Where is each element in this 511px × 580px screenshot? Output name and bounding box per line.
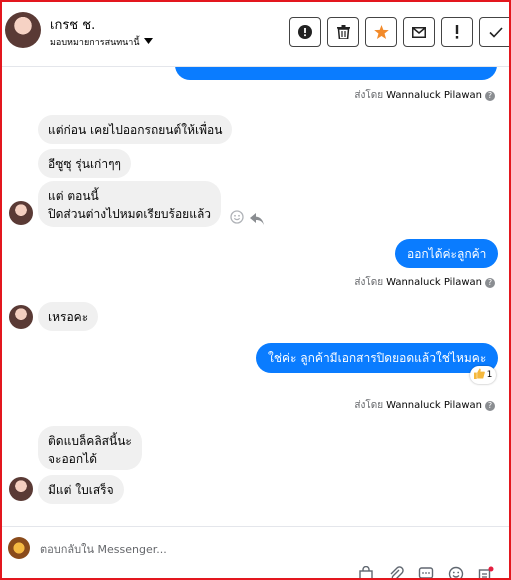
- reaction-count: 1: [486, 370, 493, 380]
- contact-avatar-small: [9, 201, 33, 225]
- sent-by-label: ส่งโดย Wannaluck Pilawan ?: [354, 88, 495, 103]
- alert-circle-icon: [298, 25, 312, 39]
- incoming-message[interactable]: มีแต่ ใบเสร็จ: [38, 475, 124, 504]
- message-text: ปิดส่วนต่างไปหมดเรียบร้อยแล้ว: [48, 207, 212, 221]
- message-text: ติดแบล็คลิสนี้นะ: [48, 434, 132, 448]
- info-icon[interactable]: ?: [485, 400, 495, 411]
- paperclip-icon[interactable]: [388, 566, 404, 578]
- conversation-header: เกรช ช. มอบหมายการสนทนานี้: [2, 2, 509, 67]
- info-icon[interactable]: ?: [485, 90, 495, 101]
- delete-button[interactable]: [327, 17, 359, 47]
- message-text: เหรอคะ: [48, 310, 89, 324]
- message-text: แต่ ตอนนี้: [48, 189, 99, 203]
- incoming-message[interactable]: แต่ ตอนนี้ ปิดส่วนต่างไปหมดเรียบร้อยแล้ว: [38, 181, 222, 227]
- smiley-icon[interactable]: [230, 209, 244, 228]
- bag-icon[interactable]: [358, 565, 374, 578]
- incoming-message[interactable]: ติดแบล็คลิสนี้นะ จะออกได้: [38, 426, 142, 470]
- sent-by-label: ส่งโดย Wannaluck Pilawan ?: [354, 275, 495, 290]
- mark-done-button[interactable]: [479, 17, 509, 47]
- emoji-icon[interactable]: [448, 566, 464, 578]
- outgoing-message[interactable]: ออกได้ค่ะลูกค้า: [395, 239, 499, 268]
- message-text: มีแต่ ใบเสร็จ: [48, 483, 114, 497]
- message-text: ออกได้ค่ะลูกค้า: [407, 247, 487, 261]
- contact-avatar[interactable]: [5, 12, 41, 48]
- contact-avatar-small: [9, 305, 33, 329]
- incoming-message[interactable]: เหรอคะ: [38, 302, 99, 331]
- incoming-message[interactable]: แต่ก่อน เคยไปออกรถยนต์ให้เพื่อน: [38, 115, 233, 144]
- message-reaction[interactable]: 1: [470, 366, 496, 384]
- reply-input[interactable]: ตอบกลับใน Messenger...: [40, 540, 167, 558]
- star-button[interactable]: [365, 17, 397, 47]
- sent-by-prefix: ส่งโดย: [354, 400, 384, 411]
- assign-conversation-dropdown[interactable]: มอบหมายการสนทนานี้: [50, 35, 153, 49]
- sent-by-prefix: ส่งโดย: [354, 277, 384, 288]
- mail-icon: [412, 26, 426, 38]
- reply-composer: ตอบกลับใน Messenger...: [2, 526, 509, 578]
- sent-by-prefix: ส่งโดย: [354, 90, 384, 101]
- sent-by-name: Wannaluck Pilawan: [386, 400, 482, 411]
- conversation-panel: แต่ถ้าต้องการเอกสารปิดยอดไฟแนนซ์ขอเอกสาร…: [0, 0, 511, 580]
- message-text: จะออกได้: [48, 452, 97, 466]
- sent-by-name: Wannaluck Pilawan: [386, 90, 482, 101]
- composer-toolbar: [358, 565, 494, 578]
- camera-icon[interactable]: [478, 566, 494, 578]
- thumbs-up-icon: [473, 368, 485, 382]
- trash-icon: [336, 25, 350, 39]
- follow-up-button[interactable]: [441, 17, 473, 47]
- check-icon: [489, 26, 503, 38]
- reply-icon[interactable]: [250, 210, 264, 229]
- message-text: ใช่ค่ะ ลูกค้ามีเอกสารปิดยอดแล้วใช่ไหมคะ: [268, 351, 487, 365]
- incoming-message[interactable]: อีซูซุ รุ่นเก่าๆๆ: [38, 149, 131, 178]
- exclamation-icon: [455, 25, 459, 39]
- mark-spam-button[interactable]: [289, 17, 321, 47]
- star-icon: [373, 25, 389, 39]
- page-avatar: [8, 537, 30, 559]
- mark-unread-button[interactable]: [403, 17, 435, 47]
- sent-by-name: Wannaluck Pilawan: [386, 277, 482, 288]
- outgoing-message[interactable]: ใช่ค่ะ ลูกค้ามีเอกสารปิดยอดแล้วใช่ไหมคะ: [256, 343, 499, 373]
- caret-down-icon: [143, 37, 153, 47]
- info-icon[interactable]: ?: [485, 277, 495, 288]
- chat-icon[interactable]: [418, 566, 434, 578]
- message-text: อีซูซุ รุ่นเก่าๆๆ: [48, 157, 121, 171]
- contact-avatar-small: [9, 477, 33, 501]
- assign-label: มอบหมายการสนทนานี้: [50, 38, 140, 48]
- contact-name[interactable]: เกรช ช.: [50, 14, 95, 35]
- sent-by-label: ส่งโดย Wannaluck Pilawan ?: [354, 398, 495, 413]
- message-text: แต่ก่อน เคยไปออกรถยนต์ให้เพื่อน: [48, 123, 223, 137]
